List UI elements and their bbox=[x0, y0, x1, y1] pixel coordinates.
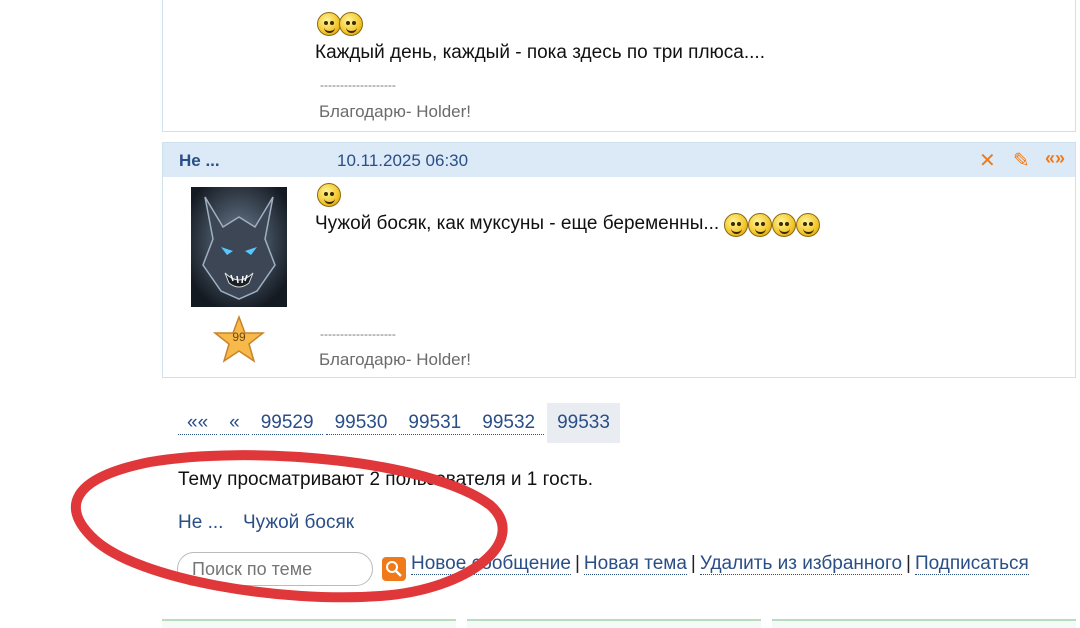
search-icon[interactable] bbox=[382, 557, 406, 581]
page-link[interactable]: 99532 bbox=[473, 412, 545, 435]
rank-star-icon: 99 bbox=[212, 314, 266, 365]
avatar[interactable] bbox=[191, 187, 287, 307]
viewer-user-link[interactable]: Чужой босяк bbox=[243, 512, 354, 534]
subscribe-link[interactable]: Подписаться bbox=[914, 553, 1029, 575]
first-page-link[interactable]: «« bbox=[178, 412, 218, 435]
prev-page-link[interactable]: « bbox=[220, 412, 249, 435]
viewers-text: Тему просматривают 2 пользователя и 1 го… bbox=[178, 469, 594, 490]
quote-icon[interactable]: «» bbox=[1045, 148, 1065, 169]
search-input[interactable] bbox=[177, 552, 373, 586]
signature-divider: ------------------- bbox=[320, 78, 396, 92]
clapping-smiley-icon bbox=[771, 213, 796, 237]
new-topic-link[interactable]: Новая тема bbox=[583, 553, 687, 575]
post-card: Каждый день, каждый - пока здесь по три … bbox=[162, 0, 1076, 132]
remove-favorite-link[interactable]: Удалить из избранного bbox=[699, 553, 903, 575]
emoticons bbox=[317, 183, 341, 207]
current-page: 99533 bbox=[547, 403, 620, 443]
separator: | bbox=[690, 553, 696, 574]
emoticons bbox=[317, 12, 363, 36]
delete-icon[interactable]: ✕ bbox=[979, 148, 996, 173]
pagination: «« « 99529 99530 99531 99532 99533 bbox=[178, 403, 623, 443]
post-signature: Благодарю- Holder! bbox=[319, 350, 472, 369]
smiling-smiley-icon bbox=[795, 213, 820, 237]
bottom-panel bbox=[772, 619, 1076, 628]
page-link[interactable]: 99529 bbox=[251, 412, 323, 435]
bottom-panel bbox=[467, 619, 761, 628]
bottom-panel bbox=[162, 619, 456, 628]
laughing-smiley-icon bbox=[723, 213, 748, 237]
edit-icon[interactable]: ✎ bbox=[1013, 148, 1030, 173]
topic-actions: Новое сообщение | Новая тема | Удалить из из… bbox=[411, 553, 1029, 575]
post-card: Не ... 10.11.2025 06:30 ✕ ✎ «» 99 Чужой … bbox=[162, 142, 1076, 378]
post-message: Каждый день, каждый - пока здесь по три … bbox=[315, 42, 765, 63]
rank-number: 99 bbox=[232, 330, 246, 344]
page-link[interactable]: 99530 bbox=[325, 412, 397, 435]
smiling-smiley-icon bbox=[339, 12, 363, 36]
post-message-row: Чужой босяк, как муксуны - еще беременны… bbox=[315, 213, 820, 237]
separator: | bbox=[906, 553, 911, 574]
smiling-smiley-icon bbox=[317, 183, 341, 207]
viewer-user-link[interactable]: Не ... bbox=[178, 512, 223, 534]
post-date: 10.11.2025 06:30 bbox=[337, 151, 469, 170]
page-link[interactable]: 99531 bbox=[399, 412, 471, 435]
signature-divider: ------------------- bbox=[320, 327, 396, 341]
laughing-smiley-icon bbox=[317, 12, 341, 36]
post-author[interactable]: Не ... bbox=[179, 151, 220, 171]
new-message-link[interactable]: Новое сообщение bbox=[411, 553, 571, 575]
post-header: Не ... 10.11.2025 06:30 ✕ ✎ «» bbox=[163, 143, 1075, 177]
separator: | bbox=[574, 553, 580, 574]
dizzy-smiley-icon bbox=[747, 213, 772, 237]
post-message: Чужой босяк, как муксуны - еще беременны… bbox=[315, 213, 720, 235]
post-signature: Благодарю- Holder! bbox=[319, 102, 472, 121]
